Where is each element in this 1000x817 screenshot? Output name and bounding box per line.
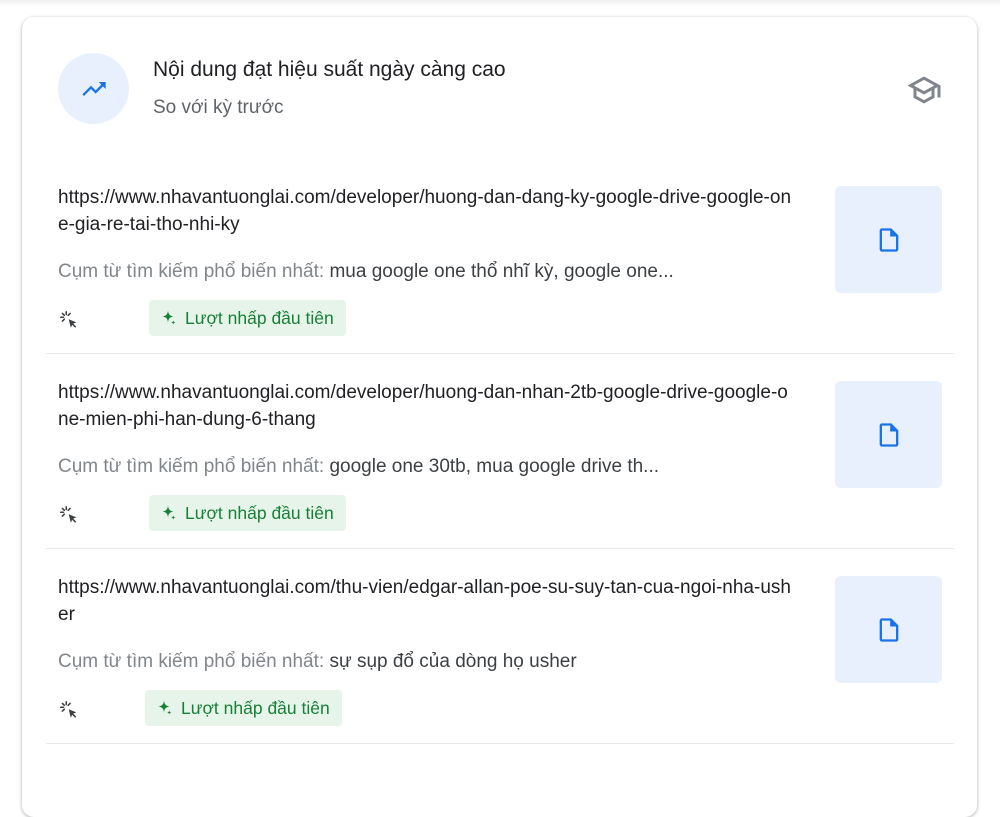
card-title: Nội dung đạt hiệu suất ngày càng cao xyxy=(153,58,506,81)
document-icon xyxy=(879,422,898,447)
content-list: https://www.nhavantuonglai.com/developer… xyxy=(46,159,954,744)
trending-up-icon xyxy=(58,53,129,124)
badge-label: Lượt nhấp đầu tiên xyxy=(185,502,334,523)
learn-button[interactable] xyxy=(902,70,946,110)
page-url-link[interactable]: https://www.nhavantuonglai.com/thu-vien/… xyxy=(58,574,798,628)
first-click-badge: Lượt nhấp đầu tiên xyxy=(145,690,342,726)
card-header: Nội dung đạt hiệu suất ngày càng cao So … xyxy=(22,17,977,157)
click-icon xyxy=(59,700,77,718)
first-click-badge: Lượt nhấp đầu tiên xyxy=(149,300,346,336)
sparkle-icon xyxy=(158,700,172,715)
top-query: Cụm từ tìm kiếm phổ biến nhất: google on… xyxy=(58,454,793,480)
top-query: Cụm từ tìm kiếm phổ biến nhất: mua googl… xyxy=(58,259,793,285)
list-item[interactable]: https://www.nhavantuonglai.com/developer… xyxy=(46,159,954,354)
badge-label: Lượt nhấp đầu tiên xyxy=(181,697,330,718)
top-query-label: Cụm từ tìm kiếm phổ biến nhất: xyxy=(58,456,330,477)
top-query-label: Cụm từ tìm kiếm phổ biến nhất: xyxy=(58,651,330,672)
document-icon xyxy=(879,617,898,642)
document-icon xyxy=(879,227,898,252)
page-url-link[interactable]: https://www.nhavantuonglai.com/developer… xyxy=(58,184,798,238)
sparkle-icon xyxy=(162,505,176,520)
page-url-link[interactable]: https://www.nhavantuonglai.com/developer… xyxy=(58,379,798,433)
badge-label: Lượt nhấp đầu tiên xyxy=(185,307,334,328)
top-query-value: sự sụp đổ của dòng họ usher xyxy=(329,651,577,672)
click-icon xyxy=(59,505,77,523)
card-subtitle: So với kỳ trước xyxy=(153,97,284,118)
first-click-badge: Lượt nhấp đầu tiên xyxy=(149,495,346,531)
list-item[interactable]: https://www.nhavantuonglai.com/thu-vien/… xyxy=(46,549,954,744)
page-preview-button[interactable] xyxy=(835,381,942,488)
performance-card: Nội dung đạt hiệu suất ngày càng cao So … xyxy=(22,17,977,817)
click-icon xyxy=(59,310,77,328)
graduation-cap-icon xyxy=(907,76,941,104)
list-item[interactable]: https://www.nhavantuonglai.com/developer… xyxy=(46,354,954,549)
top-shadow xyxy=(0,0,1000,6)
top-query-value: google one 30tb, mua google drive th... xyxy=(329,456,660,477)
page-preview-button[interactable] xyxy=(835,186,942,293)
sparkle-icon xyxy=(162,310,176,325)
top-query-label: Cụm từ tìm kiếm phổ biến nhất: xyxy=(58,261,330,282)
top-query-value: mua google one thổ nhĩ kỳ, google one... xyxy=(329,261,674,282)
page-preview-button[interactable] xyxy=(835,576,942,683)
top-query: Cụm từ tìm kiếm phổ biến nhất: sự sụp đổ… xyxy=(58,649,793,675)
